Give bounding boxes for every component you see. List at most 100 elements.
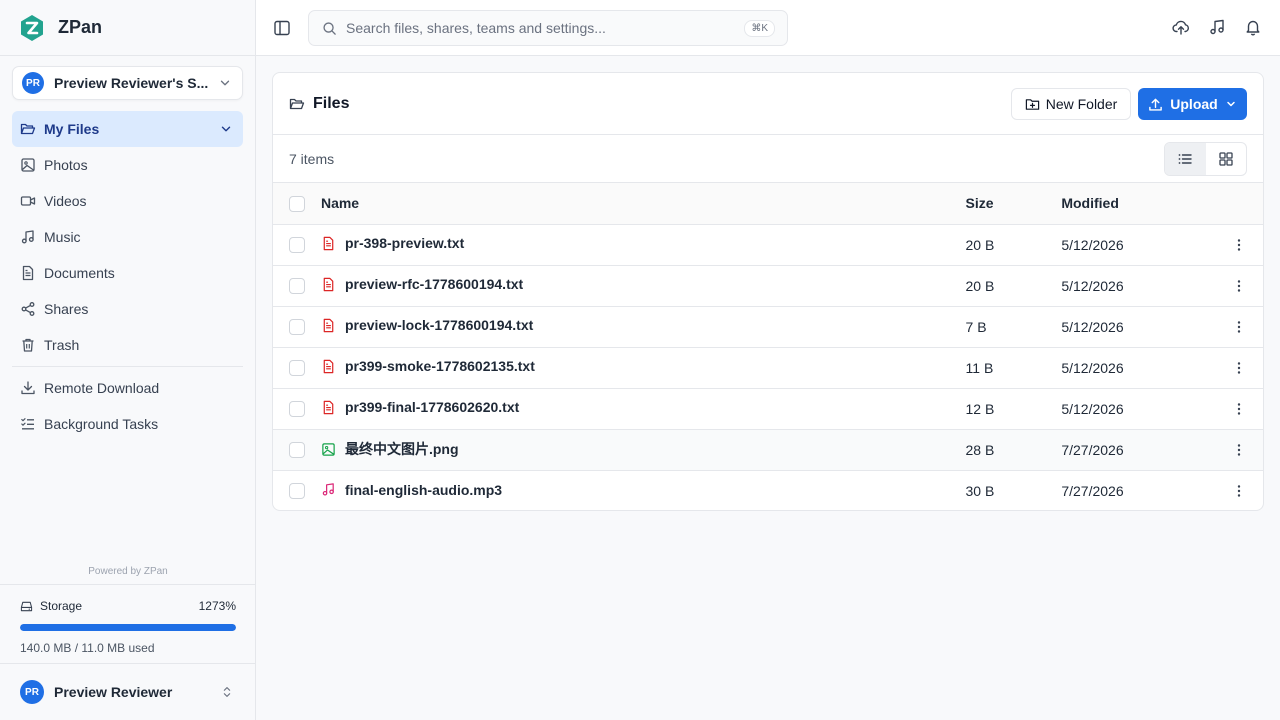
workspace-switcher[interactable]: PR Preview Reviewer's S... — [12, 66, 243, 100]
more-vertical-icon[interactable] — [1231, 319, 1247, 335]
sidebar-item-documents[interactable]: Documents — [12, 255, 243, 291]
table-row[interactable]: pr399-smoke-1778602135.txt 11 B 5/12/202… — [273, 347, 1263, 388]
files-table: Name Size Modified pr-398-preview.txt 20… — [273, 183, 1263, 510]
sidebar-item-label: Shares — [44, 301, 89, 317]
more-vertical-icon[interactable] — [1231, 360, 1247, 376]
column-header-size[interactable]: Size — [966, 183, 1062, 224]
sidebar-item-videos[interactable]: Videos — [12, 183, 243, 219]
sidebar-item-shares[interactable]: Shares — [12, 291, 243, 327]
table-row[interactable]: pr399-final-1778602620.txt 12 B 5/12/202… — [273, 388, 1263, 429]
sidebar-item-photos[interactable]: Photos — [12, 147, 243, 183]
row-checkbox[interactable] — [289, 237, 305, 254]
workspace-avatar: PR — [22, 72, 44, 94]
files-card: Files New Folder Upload 7 items Name Siz… — [272, 72, 1264, 511]
chevron-down-icon — [1226, 101, 1235, 107]
topbar: ⌘K — [256, 0, 1280, 56]
sidebar-item-label: Background Tasks — [44, 416, 159, 432]
row-checkbox[interactable] — [289, 319, 305, 336]
sidebar-item-music[interactable]: Music — [12, 219, 243, 255]
table-row[interactable]: pr-398-preview.txt 20 B 5/12/2026 — [273, 224, 1263, 265]
grid-icon — [1219, 152, 1233, 166]
file-size: 7 B — [965, 318, 987, 335]
folder-plus-icon — [1025, 98, 1039, 110]
file-modified: 5/12/2026 — [1061, 400, 1124, 417]
storage-progress-bar — [20, 624, 236, 631]
file-name[interactable]: pr399-smoke-1778602135.txt — [345, 358, 535, 374]
table-row[interactable]: final-english-audio.mp3 30 B 7/27/2026 — [273, 470, 1263, 510]
share-icon — [21, 302, 35, 316]
image-icon — [21, 158, 35, 172]
upload-label: Upload — [1170, 96, 1218, 112]
text-file-icon — [323, 236, 334, 250]
grid-view-button[interactable] — [1206, 143, 1247, 175]
row-checkbox[interactable] — [289, 401, 305, 418]
download-icon — [21, 381, 35, 395]
search-icon — [323, 21, 336, 35]
file-name[interactable]: preview-lock-1778600194.txt — [345, 317, 533, 333]
more-vertical-icon[interactable] — [1231, 442, 1247, 458]
sidebar-toggle-icon[interactable] — [273, 19, 291, 37]
column-header-name[interactable]: Name — [321, 183, 966, 224]
sidebar-item-trash[interactable]: Trash — [12, 327, 243, 363]
new-folder-label: New Folder — [1045, 96, 1118, 112]
sidebar-item-remote-download[interactable]: Remote Download — [12, 370, 243, 406]
file-name[interactable]: pr399-final-1778602620.txt — [345, 399, 519, 415]
more-vertical-icon[interactable] — [1231, 237, 1247, 253]
table-row[interactable]: preview-rfc-1778600194.txt 20 B 5/12/202… — [273, 265, 1263, 306]
text-file-icon — [323, 318, 334, 332]
search-shortcut: ⌘K — [744, 19, 775, 37]
more-vertical-icon[interactable] — [1231, 483, 1247, 499]
files-header: Files New Folder Upload — [273, 73, 1263, 135]
file-size: 12 B — [965, 400, 995, 417]
sidebar-item-my-files[interactable]: My Files — [12, 111, 243, 147]
file-modified: 5/12/2026 — [1061, 318, 1124, 335]
user-avatar: PR — [20, 680, 44, 704]
new-folder-button[interactable]: New Folder — [1011, 88, 1131, 120]
file-modified: 7/27/2026 — [1061, 441, 1124, 458]
sidebar-item-label: Music — [44, 229, 81, 245]
table-row[interactable]: 最终中文图片.png 28 B 7/27/2026 — [273, 429, 1263, 470]
user-menu[interactable]: PR Preview Reviewer — [0, 663, 256, 720]
file-name[interactable]: final-english-audio.mp3 — [345, 482, 502, 498]
file-modified: 7/27/2026 — [1061, 482, 1124, 499]
sidebar-item-label: Documents — [44, 265, 115, 281]
page-title: Files — [313, 94, 350, 112]
upload-button[interactable]: Upload — [1138, 88, 1247, 120]
app-name: ZPan — [58, 17, 103, 37]
upload-icon — [1149, 98, 1163, 111]
storage-used-text: 140.0 MB / 11.0 MB used — [20, 641, 155, 655]
document-icon — [22, 265, 34, 281]
text-file-icon — [323, 359, 334, 373]
sidebar-item-label: Videos — [44, 193, 87, 209]
video-icon — [20, 196, 36, 206]
music-player-icon[interactable] — [1208, 18, 1226, 36]
text-file-icon — [323, 400, 334, 414]
row-checkbox[interactable] — [289, 483, 305, 500]
chevron-down-icon[interactable] — [219, 122, 233, 136]
folder-open-icon — [20, 123, 36, 135]
files-toolbar: 7 items — [273, 135, 1263, 183]
file-name[interactable]: 最终中文图片.png — [345, 439, 459, 459]
more-vertical-icon[interactable] — [1231, 278, 1247, 294]
file-size: 28 B — [965, 441, 995, 458]
file-name[interactable]: pr-398-preview.txt — [345, 235, 464, 251]
select-all-checkbox[interactable] — [289, 195, 305, 212]
file-modified: 5/12/2026 — [1061, 236, 1124, 253]
bell-icon[interactable] — [1244, 18, 1262, 36]
more-vertical-icon[interactable] — [1231, 401, 1247, 417]
row-checkbox[interactable] — [289, 442, 305, 459]
sidebar-item-label: My Files — [44, 121, 100, 137]
cloud-upload-icon[interactable] — [1172, 18, 1190, 36]
workspace-name: Preview Reviewer's S... — [54, 75, 209, 91]
file-name[interactable]: preview-rfc-1778600194.txt — [345, 276, 523, 292]
column-header-modified[interactable]: Modified — [1061, 183, 1231, 224]
topbar-actions — [1172, 18, 1262, 36]
music-icon — [21, 230, 34, 244]
search-box[interactable]: ⌘K — [308, 10, 788, 46]
row-checkbox[interactable] — [289, 278, 305, 295]
row-checkbox[interactable] — [289, 360, 305, 377]
list-view-button[interactable] — [1165, 143, 1206, 175]
search-input[interactable] — [346, 20, 745, 36]
table-row[interactable]: preview-lock-1778600194.txt 7 B 5/12/202… — [273, 306, 1263, 347]
sidebar-item-background-tasks[interactable]: Background Tasks — [12, 406, 243, 442]
